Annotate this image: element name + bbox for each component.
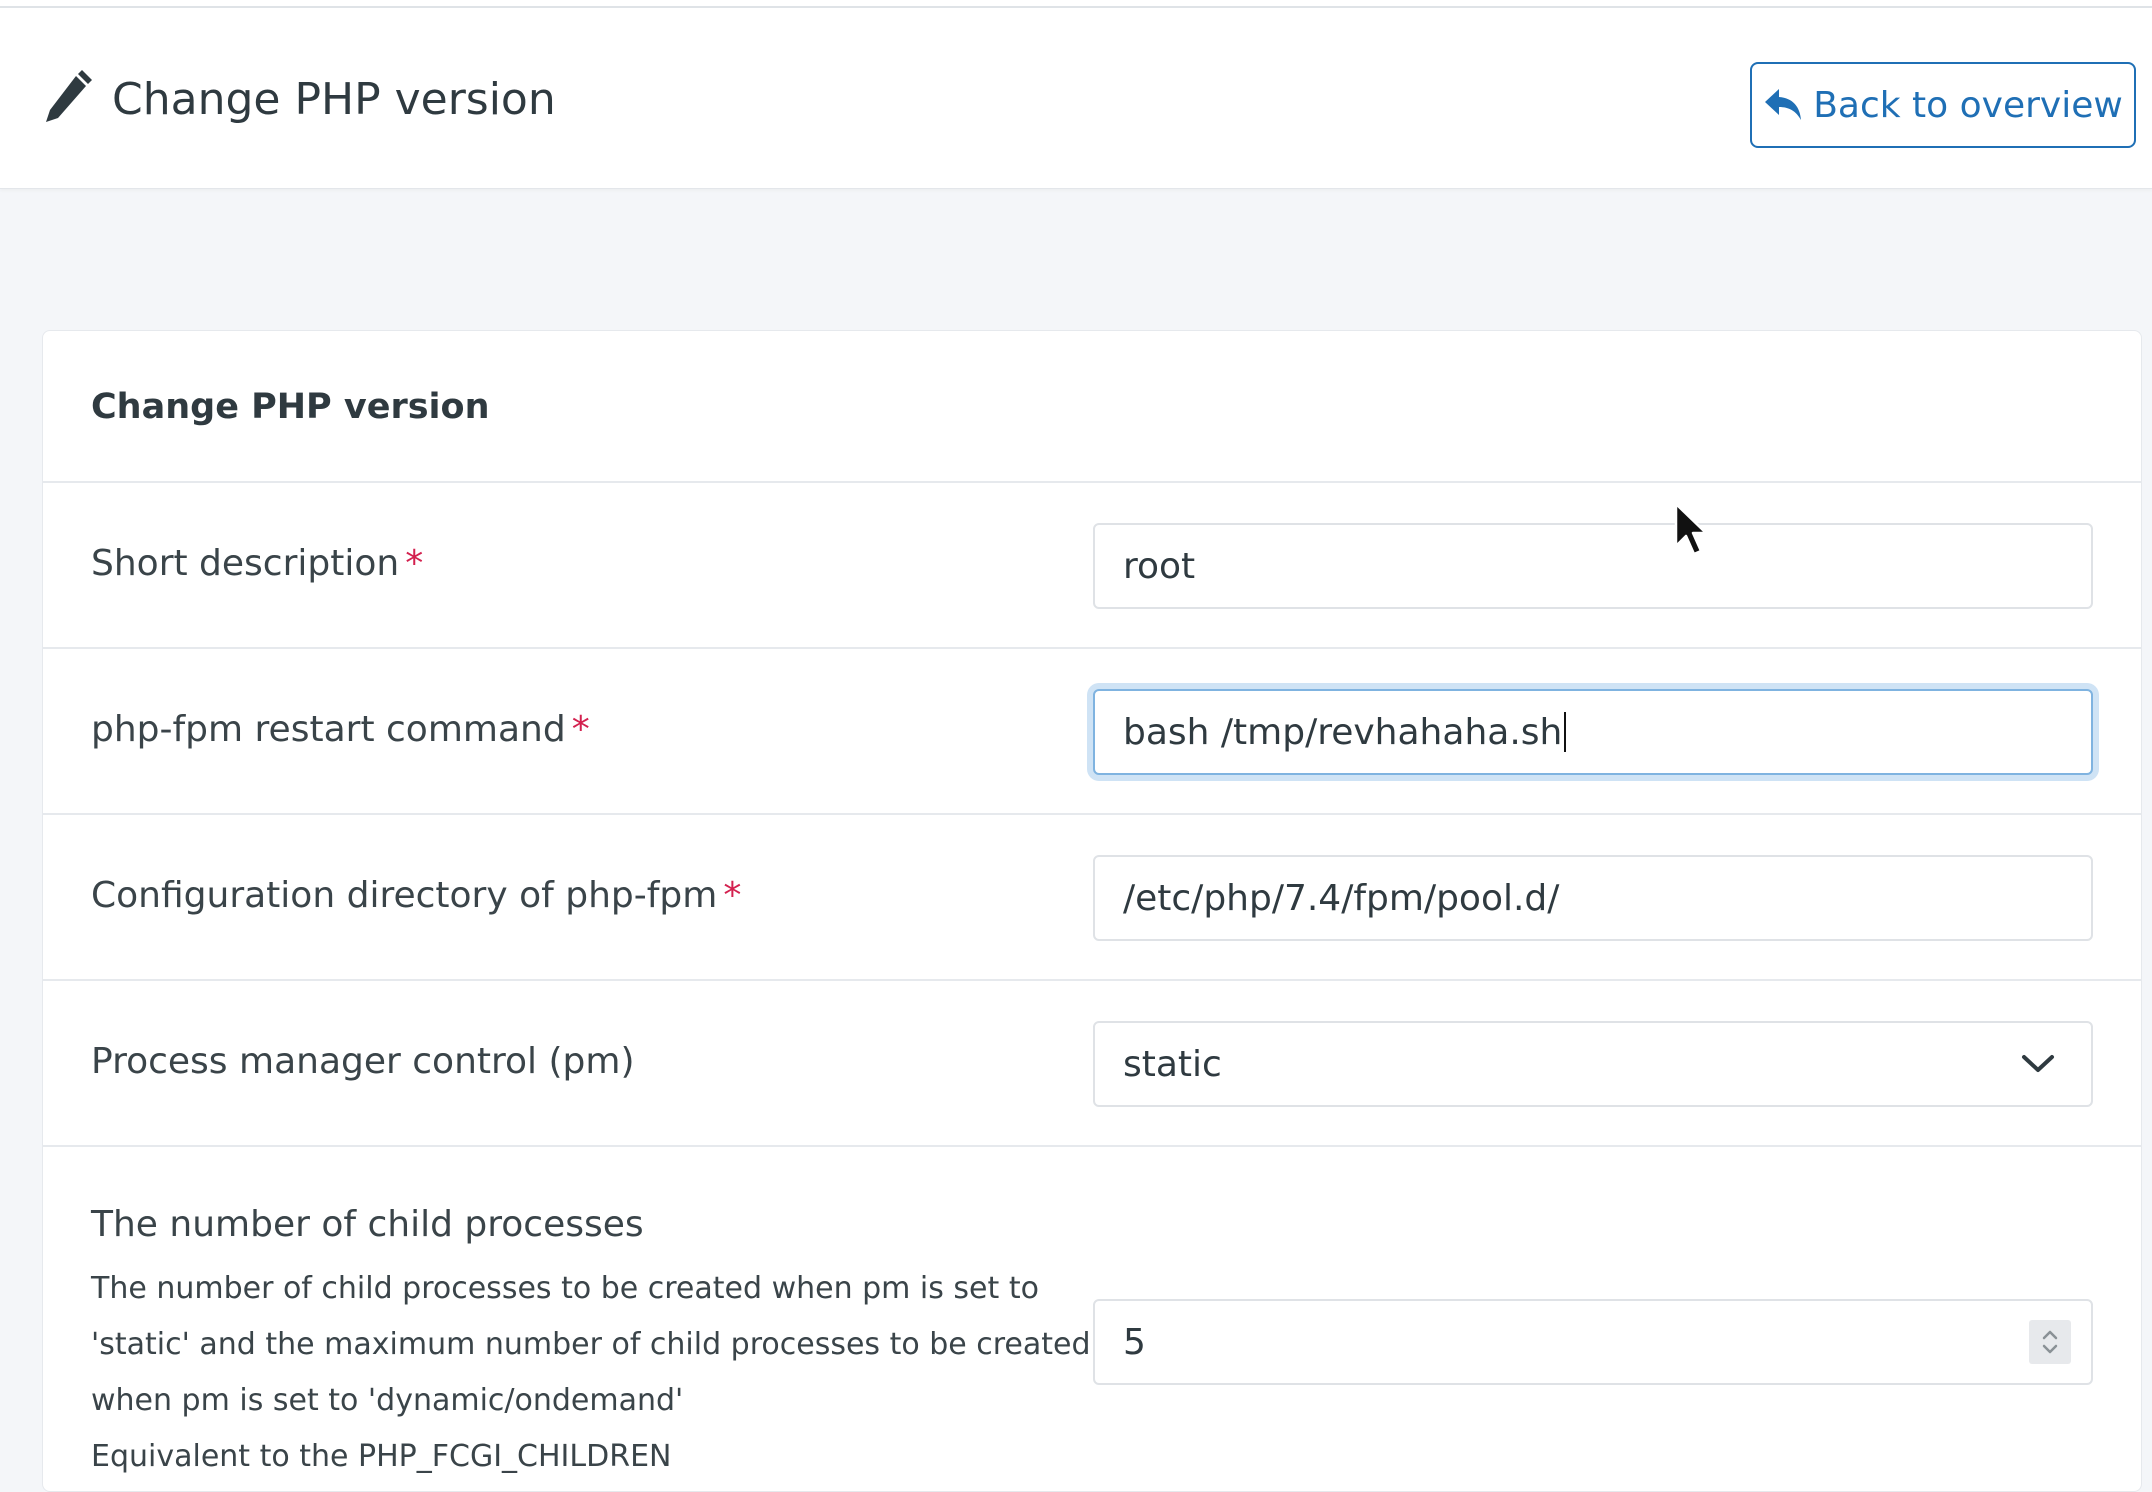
number-spinner[interactable] <box>2029 1320 2071 1364</box>
row-divider <box>43 647 2141 649</box>
top-divider <box>0 0 2152 8</box>
pm-control-select[interactable]: static <box>1093 1021 2093 1107</box>
description-line: The number of child processes to be crea… <box>91 1271 1039 1306</box>
description-line: 'static' and the maximum number of child… <box>91 1327 1091 1362</box>
mouse-pointer-icon <box>1674 502 1708 556</box>
short-description-label-text: Short description <box>91 543 400 584</box>
short-description-input[interactable] <box>1093 523 2093 609</box>
restart-command-label-text: php-fpm restart command <box>91 709 566 750</box>
card-title: Change PHP version <box>91 387 490 427</box>
reply-arrow-icon <box>1765 89 1802 120</box>
required-marker: * <box>723 875 742 916</box>
child-processes-description: The number of child processes to be crea… <box>91 1261 1091 1485</box>
back-to-overview-button[interactable]: Back to overview <box>1750 62 2136 148</box>
child-processes-value: 5 <box>1123 1321 1146 1363</box>
description-line: Equivalent to the PHP_FCGI_CHILDREN <box>91 1439 672 1474</box>
spinner-arrows-icon <box>2042 1330 2058 1354</box>
row-divider <box>43 979 2141 981</box>
pm-control-label: Process manager control (pm) <box>91 1041 635 1082</box>
text-caret <box>1564 712 1567 752</box>
row-divider <box>43 481 2141 483</box>
row-divider <box>43 813 2141 815</box>
config-directory-label: Configuration directory of php-fpm * <box>91 875 741 916</box>
chevron-down-icon <box>2022 1055 2054 1072</box>
config-directory-label-text: Configuration directory of php-fpm <box>91 875 718 916</box>
page-title: Change PHP version <box>112 74 556 125</box>
restart-command-label: php-fpm restart command * <box>91 709 590 750</box>
description-line: when pm is set to 'dynamic/ondemand' <box>91 1383 684 1418</box>
pm-control-selected-value: static <box>1123 1043 1222 1085</box>
back-to-overview-label: Back to overview <box>1813 84 2123 126</box>
child-processes-label: The number of child processes <box>91 1204 644 1245</box>
restart-command-value: bash /tmp/revhahaha.sh <box>1123 711 1563 753</box>
required-marker: * <box>571 709 590 750</box>
restart-command-input[interactable]: bash /tmp/revhahaha.sh <box>1093 689 2093 775</box>
required-marker: * <box>405 543 424 584</box>
page-header: Change PHP version Back to overview <box>0 8 2152 189</box>
child-processes-number-input[interactable]: 5 <box>1093 1299 2093 1385</box>
config-directory-input[interactable] <box>1093 855 2093 941</box>
form-card: Change PHP version Short description* ph… <box>42 330 2142 1492</box>
row-divider <box>43 1145 2141 1147</box>
pencil-icon <box>46 70 92 122</box>
short-description-label: Short description * <box>91 543 423 584</box>
